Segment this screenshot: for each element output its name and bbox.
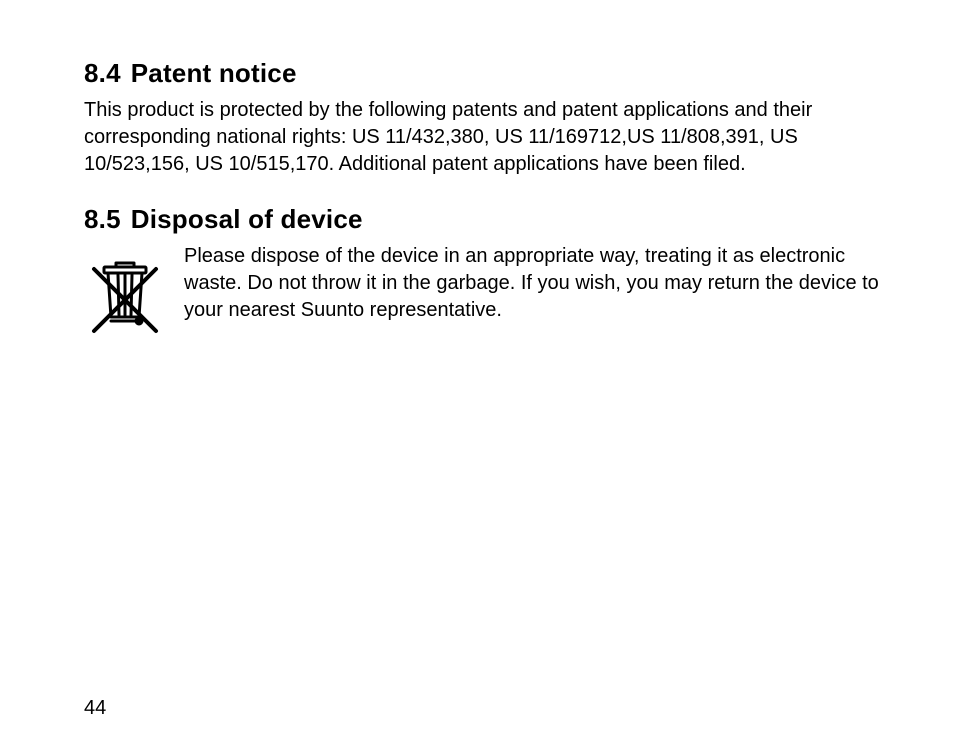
heading-patent-notice: 8.4 Patent notice <box>84 58 884 89</box>
section-disposal: 8.5 Disposal of device <box>84 204 884 348</box>
weee-crossed-out-bin-icon <box>84 261 166 348</box>
heading-number: 8.4 <box>84 58 121 89</box>
heading-number: 8.5 <box>84 204 121 235</box>
disposal-body: Please dispose of the device in an appro… <box>184 243 884 324</box>
page-number: 44 <box>84 697 106 720</box>
patent-notice-body: This product is protected by the followi… <box>84 97 884 178</box>
disposal-content-row: Please dispose of the device in an appro… <box>84 243 884 348</box>
heading-title: Disposal of device <box>131 204 363 234</box>
heading-disposal: 8.5 Disposal of device <box>84 204 884 235</box>
section-patent-notice: 8.4 Patent notice This product is protect… <box>84 58 884 178</box>
heading-title: Patent notice <box>131 58 297 88</box>
